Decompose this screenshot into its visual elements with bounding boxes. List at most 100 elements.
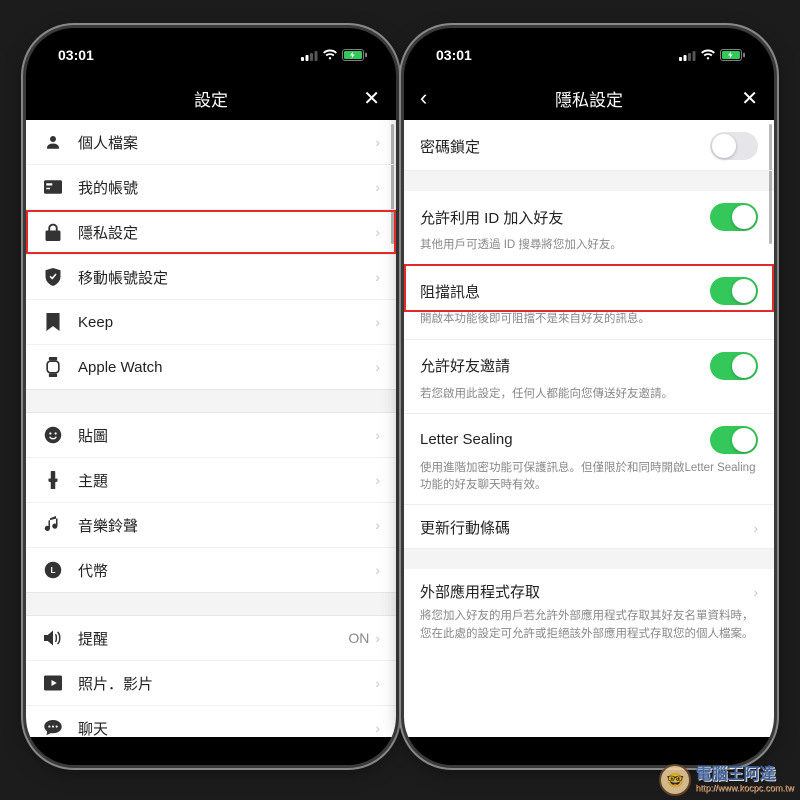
row-keep[interactable]: Keep › <box>26 300 396 345</box>
coin-icon: L <box>42 561 64 579</box>
row-passcode[interactable]: 密碼鎖定 <box>404 120 774 171</box>
home-indicator[interactable] <box>525 751 653 756</box>
chevron-right-icon: › <box>375 675 380 691</box>
svg-text:L: L <box>50 566 55 575</box>
toggle-passcode[interactable] <box>710 132 758 160</box>
group-separator <box>404 549 774 569</box>
music-icon <box>42 516 64 534</box>
row-value: ON <box>348 630 369 646</box>
row-apple-watch[interactable]: Apple Watch › <box>26 345 396 389</box>
wifi-icon <box>700 49 716 61</box>
battery-icon <box>720 49 746 61</box>
signal-icon <box>679 50 696 61</box>
nav-bar: ‹ 隱私設定 ✕ <box>404 76 774 120</box>
row-label: 允許利用 ID 加入好友 <box>420 207 563 228</box>
group-separator <box>26 389 396 413</box>
chevron-right-icon: › <box>753 520 758 536</box>
speaker-icon <box>42 630 64 646</box>
home-indicator[interactable] <box>147 751 275 756</box>
nav-title: 隱私設定 <box>555 86 623 111</box>
toggle-allow-id[interactable] <box>710 203 758 231</box>
row-label: 貼圖 <box>78 425 375 446</box>
row-update-qr[interactable]: 更新行動條碼 › <box>404 505 774 549</box>
row-theme[interactable]: 主題 › <box>26 458 396 503</box>
chevron-right-icon: › <box>375 359 380 375</box>
notch <box>124 28 299 56</box>
status-time: 03:01 <box>58 47 94 63</box>
toggle-allow-invite[interactable] <box>710 352 758 380</box>
battery-icon <box>342 49 368 61</box>
phone-privacy: 03:01 ‹ 隱私設定 ✕ 密碼鎖定 允許利用 I <box>404 28 774 765</box>
row-label: 照片．影片 <box>78 673 375 694</box>
toggle-letter-sealing[interactable] <box>710 426 758 454</box>
row-description: 若您啟用此設定，任何人都能向您傳送好友邀請。 <box>420 386 758 403</box>
chevron-right-icon: › <box>375 562 380 578</box>
watch-icon <box>42 357 64 377</box>
phone-settings: 03:01 設定 ✕ 個人檔案 › 我的帳號 › <box>26 28 396 765</box>
row-label: 允許好友邀請 <box>420 355 510 376</box>
row-label: Apple Watch <box>78 359 375 376</box>
row-allow-id-add[interactable]: 允許利用 ID 加入好友 其他用戶可透過 ID 搜尋將您加入好友。 <box>404 191 774 265</box>
row-ringtone[interactable]: 音樂鈴聲 › <box>26 503 396 548</box>
row-label: 密碼鎖定 <box>420 136 480 157</box>
watermark-text: 電腦王阿達 <box>695 767 794 783</box>
row-allow-invite[interactable]: 允許好友邀請 若您啟用此設定，任何人都能向您傳送好友邀請。 <box>404 340 774 414</box>
nav-bar: 設定 ✕ <box>26 76 396 120</box>
row-description: 使用進階加密功能可保護訊息。但僅限於和同時開啟Letter Sealing功能的… <box>420 460 758 495</box>
chevron-right-icon: › <box>375 720 380 736</box>
row-block-messages[interactable]: 阻擋訊息 開啟本功能後即可阻擋不是來自好友的訊息。 <box>404 265 774 339</box>
row-label: Keep <box>78 314 375 331</box>
row-label: 外部應用程式存取 <box>420 581 540 602</box>
smiley-icon <box>42 426 64 444</box>
chevron-right-icon: › <box>375 224 380 240</box>
shield-icon <box>42 268 64 286</box>
watermark-url: http://www.kocpc.com.tw <box>695 783 794 793</box>
row-move-account[interactable]: 移動帳號設定 › <box>26 255 396 300</box>
privacy-list[interactable]: 密碼鎖定 允許利用 ID 加入好友 其他用戶可透過 ID 搜尋將您加入好友。 阻… <box>404 120 774 737</box>
chevron-right-icon: › <box>375 314 380 330</box>
settings-list[interactable]: 個人檔案 › 我的帳號 › 隱私設定 › 移動帳號設定 › Keep <box>26 120 396 737</box>
row-coins[interactable]: L 代幣 › <box>26 548 396 592</box>
row-label: 移動帳號設定 <box>78 267 375 288</box>
row-description: 其他用戶可透過 ID 搜尋將您加入好友。 <box>420 237 758 254</box>
row-external-access[interactable]: 外部應用程式存取 › 將您加入好友的用戶若允許外部應用程式存取其好友名單資料時，… <box>404 569 774 653</box>
group-separator <box>404 171 774 191</box>
row-profile[interactable]: 個人檔案 › <box>26 120 396 165</box>
toggle-block-messages[interactable] <box>710 277 758 305</box>
signal-icon <box>301 50 318 61</box>
row-stickers[interactable]: 貼圖 › <box>26 413 396 458</box>
row-label: 主題 <box>78 470 375 491</box>
row-description: 將您加入好友的用戶若允許外部應用程式存取其好友名單資料時，您在此處的設定可允許或… <box>420 608 758 643</box>
row-label: 聊天 <box>78 718 375 738</box>
row-label: 隱私設定 <box>78 222 375 243</box>
row-notify[interactable]: 提醒 ON › <box>26 616 396 661</box>
watermark: 🤓 電腦王阿達 http://www.kocpc.com.tw <box>659 764 794 796</box>
notch <box>502 28 677 56</box>
row-description: 開啟本功能後即可阻擋不是來自好友的訊息。 <box>420 311 758 328</box>
row-label: 阻擋訊息 <box>420 281 480 302</box>
card-icon <box>42 180 64 194</box>
row-letter-sealing[interactable]: Letter Sealing 使用進階加密功能可保護訊息。但僅限於和同時開啟Le… <box>404 414 774 506</box>
nav-title: 設定 <box>194 86 228 111</box>
row-label: 提醒 <box>78 628 348 649</box>
row-label: 更新行動條碼 <box>420 517 510 538</box>
chevron-right-icon: › <box>375 427 380 443</box>
watermark-face-icon: 🤓 <box>659 764 691 796</box>
chevron-right-icon: › <box>753 584 758 600</box>
row-privacy[interactable]: 隱私設定 › <box>26 210 396 255</box>
chevron-right-icon: › <box>375 134 380 150</box>
back-icon[interactable]: ‹ <box>420 85 427 111</box>
user-icon <box>42 133 64 151</box>
close-icon[interactable]: ✕ <box>363 86 380 111</box>
row-label: 個人檔案 <box>78 132 375 153</box>
row-chat[interactable]: 聊天 › <box>26 706 396 737</box>
row-account[interactable]: 我的帳號 › <box>26 165 396 210</box>
row-label: 音樂鈴聲 <box>78 515 375 536</box>
photo-icon <box>42 675 64 691</box>
chevron-right-icon: › <box>375 630 380 646</box>
row-label: Letter Sealing <box>420 431 513 448</box>
row-label: 我的帳號 <box>78 177 375 198</box>
status-time: 03:01 <box>436 47 472 63</box>
close-icon[interactable]: ✕ <box>741 86 758 111</box>
row-photo-video[interactable]: 照片．影片 › <box>26 661 396 706</box>
